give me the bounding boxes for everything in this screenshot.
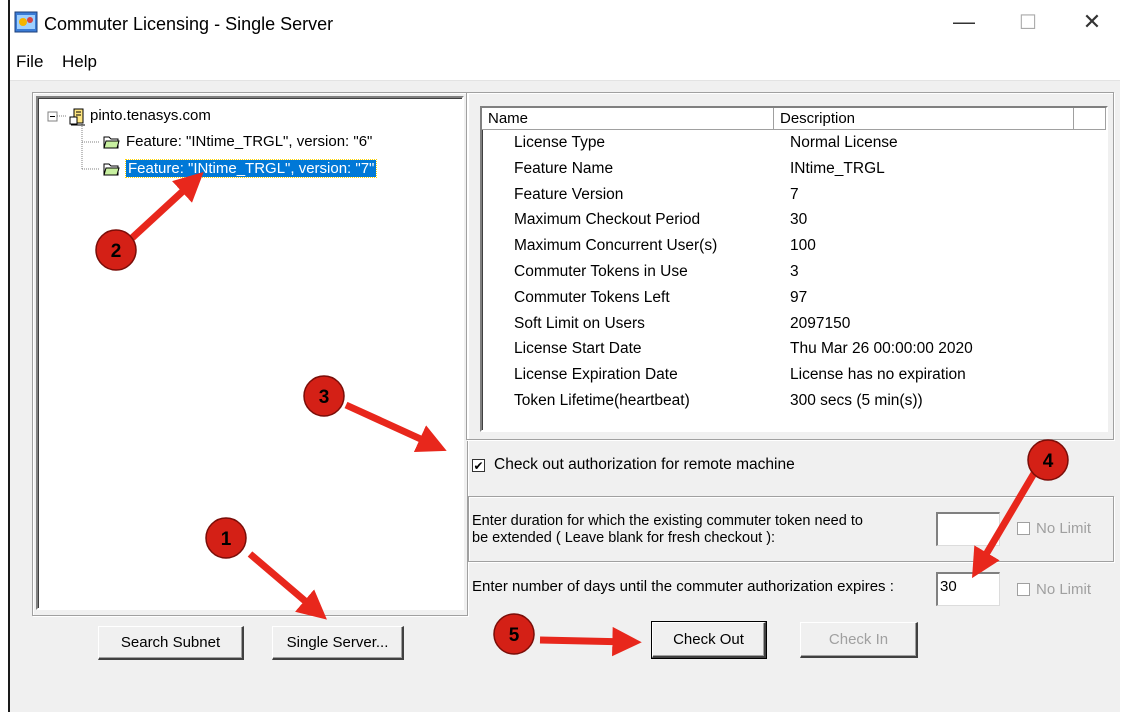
extend-duration-input[interactable]: [936, 512, 1000, 546]
remote-checkout-label: Check out authorization for remote machi…: [494, 456, 795, 473]
cell-name: License Expiration Date: [514, 366, 678, 384]
cell-name: Feature Version: [514, 185, 624, 203]
cell-name: Commuter Tokens in Use: [514, 263, 688, 280]
menu-help[interactable]: Help: [62, 52, 97, 72]
cell-description: 100: [790, 237, 816, 255]
title-bar: Commuter Licensing - Single Server — ☐ ✕: [10, 0, 1120, 44]
table-row[interactable]: Feature Version 7: [482, 184, 1082, 210]
cell-description: 300 secs (5 min(s)): [790, 392, 923, 409]
column-header-description[interactable]: Description: [774, 108, 1074, 130]
days-no-limit-label: No Limit: [1036, 581, 1092, 598]
maximize-button[interactable]: ☐: [1000, 0, 1056, 44]
days-no-limit-checkbox[interactable]: [1017, 583, 1030, 596]
app-window: Commuter Licensing - Single Server — ☐ ✕…: [8, 0, 1120, 712]
cell-name: Commuter Tokens Left: [514, 288, 670, 306]
feature-icon: [103, 136, 120, 149]
cell-description: Thu Mar 26 00:00:00 2020: [790, 340, 973, 358]
menu-file[interactable]: File: [16, 52, 43, 72]
tree-root-server[interactable]: pinto.tenasys.com: [90, 107, 211, 124]
column-header-empty: [1074, 108, 1106, 130]
server-icon: [69, 108, 85, 126]
extend-label-line1: Enter duration for which the existing co…: [472, 513, 863, 529]
window-title: Commuter Licensing - Single Server: [44, 14, 334, 34]
cell-name: License Type: [514, 134, 606, 151]
cell-description: Normal License: [790, 134, 898, 151]
table-row[interactable]: License Start Date Thu Mar 26 00:00:00 20…: [482, 338, 1082, 364]
cell-name: Feature Name: [514, 159, 614, 177]
extend-label-line2: be extended ( Leave blank for fresh chec…: [472, 530, 776, 546]
check-out-button[interactable]: Check Out: [651, 621, 767, 659]
table-row[interactable]: License Expiration Date License has no ex…: [482, 364, 1082, 390]
cell-description: 3: [790, 263, 799, 280]
extend-no-limit-checkbox[interactable]: [1017, 522, 1030, 535]
cell-description: 30: [790, 211, 808, 229]
server-tree[interactable]: pinto.tenasys.com Feature: "INtime_TRGL"…: [36, 96, 464, 610]
cell-name: License Start Date: [514, 340, 642, 358]
cell-description: 97: [790, 288, 808, 306]
close-button[interactable]: ✕: [1064, 0, 1120, 44]
check-in-button[interactable]: Check In: [800, 622, 918, 658]
days-input[interactable]: 30: [936, 572, 1000, 606]
cell-description: 2097150: [790, 314, 851, 332]
search-subnet-button[interactable]: Search Subnet: [98, 626, 244, 660]
tree-feature-v7[interactable]: Feature: "INtime_TRGL", version: "7": [124, 159, 378, 178]
minimize-button[interactable]: —: [936, 0, 992, 44]
menu-bar: File Help: [10, 44, 1120, 81]
column-header-name[interactable]: Name: [482, 108, 774, 130]
table-row[interactable]: Maximum Concurrent User(s) 100: [482, 235, 1082, 261]
cell-name: Token Lifetime(heartbeat): [514, 392, 690, 409]
license-details-list[interactable]: Name Description License Type Normal Lice…: [480, 106, 1108, 432]
tree-feature-v6[interactable]: Feature: "INtime_TRGL", version: "6": [126, 133, 372, 150]
feature-icon: [103, 163, 120, 176]
cell-name: Maximum Checkout Period: [514, 211, 701, 229]
cell-name: Maximum Concurrent User(s): [514, 237, 718, 255]
table-row[interactable]: Commuter Tokens in Use 3: [482, 261, 1082, 287]
cell-description: License has no expiration: [790, 366, 966, 384]
list-header: Name Description: [482, 108, 1106, 130]
extend-no-limit-label: No Limit: [1036, 520, 1092, 537]
cell-name: Soft Limit on Users: [514, 314, 645, 332]
app-icon: [14, 11, 38, 33]
days-label: Enter number of days until the commuter …: [472, 578, 894, 595]
table-row[interactable]: License Type Normal License: [482, 132, 1082, 158]
table-row[interactable]: Feature Name INtime_TRGL: [482, 158, 1082, 184]
table-row[interactable]: Soft Limit on Users 2097150: [482, 313, 1082, 339]
single-server-button[interactable]: Single Server...: [272, 626, 404, 660]
remote-checkout-checkbox[interactable]: ✔: [472, 459, 485, 472]
cell-description: INtime_TRGL: [790, 159, 885, 177]
cell-description: 7: [790, 185, 799, 203]
table-row[interactable]: Token Lifetime(heartbeat) 300 secs (5 min…: [482, 390, 1082, 416]
table-row[interactable]: Maximum Checkout Period 30: [482, 209, 1082, 235]
table-row[interactable]: Commuter Tokens Left 97: [482, 287, 1082, 313]
